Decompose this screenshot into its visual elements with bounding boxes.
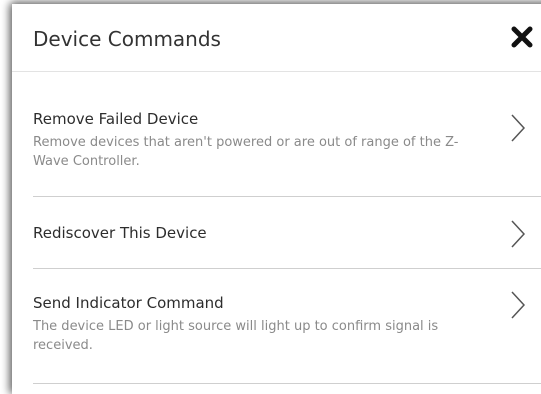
command-title: Rediscover This Device xyxy=(33,224,207,242)
command-send-indicator[interactable]: Send Indicator Command The device LED or… xyxy=(33,269,541,384)
command-title: Remove Failed Device xyxy=(33,110,199,128)
command-title: Send Indicator Command xyxy=(33,294,224,312)
command-rediscover-device[interactable]: Rediscover This Device xyxy=(33,197,541,269)
command-list: Remove Failed Device Remove devices that… xyxy=(12,72,541,384)
dialog-title: Device Commands xyxy=(33,27,221,51)
command-remove-failed-device[interactable]: Remove Failed Device Remove devices that… xyxy=(33,72,541,197)
chevron-right-icon xyxy=(511,291,525,319)
close-icon[interactable] xyxy=(509,24,535,50)
command-description: Remove devices that aren't powered or ar… xyxy=(33,135,459,169)
device-commands-dialog: Device Commands Remove Failed Device Rem… xyxy=(12,4,541,394)
command-description: The device LED or light source will ligh… xyxy=(33,319,439,353)
chevron-right-icon xyxy=(511,220,525,248)
chevron-right-icon xyxy=(511,114,525,142)
dialog-header: Device Commands xyxy=(12,4,541,72)
